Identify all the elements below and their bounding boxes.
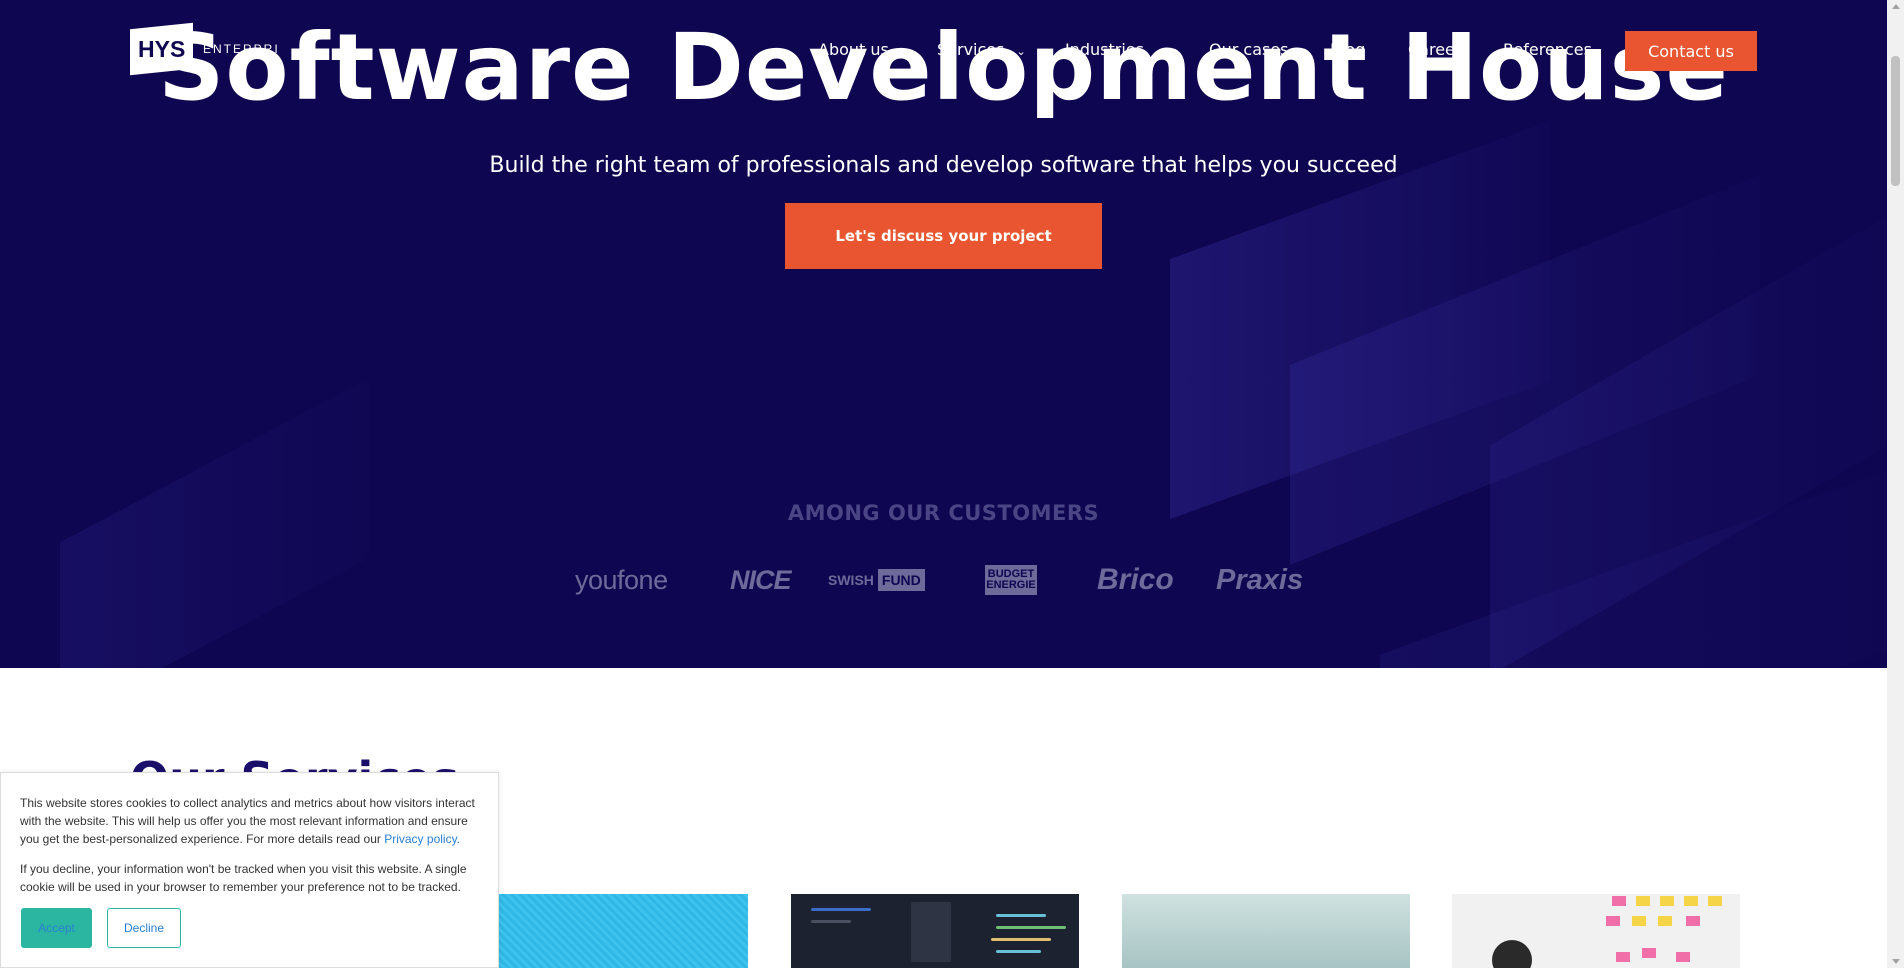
hero-section: Software Development House HYS ENTERPRI … <box>0 0 1887 668</box>
sticky-note <box>1606 916 1620 926</box>
decline-cookies-button[interactable]: Decline <box>107 908 181 948</box>
sticky-note <box>1616 952 1630 962</box>
customer-logo-nice: NICE <box>730 564 792 595</box>
swish-text: SWISH <box>828 572 874 588</box>
service-card-image[interactable] <box>1452 894 1740 968</box>
code-line <box>996 950 1041 953</box>
sticky-note <box>1642 948 1656 958</box>
fund-text: FUND <box>877 569 925 591</box>
nav-item-career[interactable]: Career <box>1408 40 1461 59</box>
code-blur <box>911 902 951 962</box>
code-line <box>996 926 1066 929</box>
customer-logo-brico: Brico <box>1097 563 1174 596</box>
hero-subtitle: Build the right team of professionals an… <box>489 153 1398 178</box>
sticky-note <box>1658 916 1672 926</box>
customers-title: AMONG OUR CUSTOMERS <box>787 501 1100 525</box>
service-card-image[interactable] <box>498 894 748 968</box>
nav-item-about-us[interactable]: About us <box>818 40 889 59</box>
cookie-banner: This website stores cookies to collect a… <box>0 772 499 968</box>
customer-logo-youfone: youfone <box>575 564 668 595</box>
nav-item-blog[interactable]: Blog <box>1330 40 1365 59</box>
discuss-project-button[interactable]: Let's discuss your project <box>785 203 1102 269</box>
nav-item-label: About us <box>818 40 889 59</box>
sticky-note <box>1686 916 1700 926</box>
sticky-note <box>1660 896 1674 906</box>
vertical-scrollbar[interactable] <box>1887 0 1904 968</box>
nav-item-label: Blog <box>1330 40 1366 59</box>
code-line <box>991 938 1051 941</box>
sticky-note <box>1636 896 1650 906</box>
nav-item-references[interactable]: References <box>1503 40 1592 59</box>
privacy-policy-link[interactable]: Privacy policy. <box>384 832 460 846</box>
nav-item-label: Services <box>937 40 1005 59</box>
sticky-note <box>1676 952 1690 962</box>
sticky-note <box>1684 896 1698 906</box>
person-silhouette <box>1492 940 1532 968</box>
code-line <box>811 920 851 923</box>
scroll-down-arrow-icon[interactable] <box>1892 959 1900 964</box>
customer-logo-swishfund: SWISH FUND <box>828 560 925 600</box>
accept-cookies-button[interactable]: Accept <box>21 908 92 948</box>
main-nav: About us Services ⌄ Industries ⌄ Our cases… <box>0 30 1887 70</box>
chevron-down-icon: ⌄ <box>1155 45 1166 58</box>
customer-logo-praxis: Praxis <box>1216 563 1304 596</box>
contact-us-button[interactable]: Contact us <box>1625 31 1757 71</box>
nav-item-label: Industries <box>1065 40 1144 59</box>
code-line <box>996 914 1046 917</box>
service-card-image[interactable] <box>791 894 1079 968</box>
scroll-up-arrow-icon[interactable] <box>1892 4 1900 9</box>
service-card-image[interactable] <box>1122 894 1410 968</box>
sticky-note <box>1708 896 1722 906</box>
nav-item-our-cases[interactable]: Our cases <box>1209 40 1289 59</box>
sticky-note <box>1632 916 1646 926</box>
nav-item-services[interactable]: Services ⌄ <box>937 40 1026 59</box>
nav-item-label: References <box>1503 40 1592 59</box>
energie-text: ENERGIE <box>986 579 1036 591</box>
sticky-note <box>1612 896 1626 906</box>
chevron-down-icon: ⌄ <box>1016 45 1026 58</box>
code-line <box>811 908 871 911</box>
nav-item-label: Our cases <box>1209 40 1289 59</box>
nav-item-label: Career <box>1408 40 1462 59</box>
nav-item-industries[interactable]: Industries ⌄ <box>1065 40 1165 59</box>
customer-logo-budget-energie: BUDGET ENERGIE <box>985 565 1037 595</box>
cookie-decline-text: If you decline, your information won't b… <box>20 862 467 894</box>
scrollbar-thumb[interactable] <box>1891 56 1900 186</box>
cookie-text: This website stores cookies to collect a… <box>20 794 478 848</box>
